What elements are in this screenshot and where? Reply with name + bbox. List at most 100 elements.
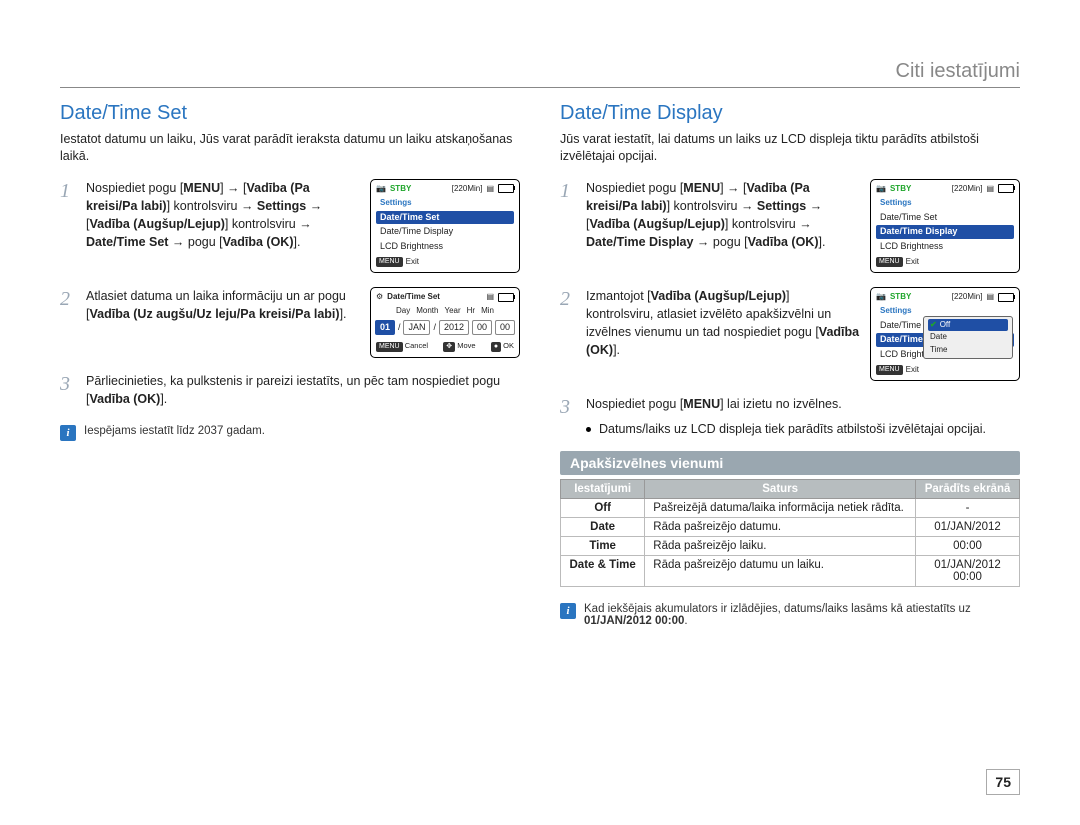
intro-left: Iestatot datumu un laiku, Jūs varat parā… (60, 131, 520, 165)
exit-label: Exit (406, 257, 419, 267)
lcd-screenshot: ⚙ Date/Time Set ▤ Day Month Year Hr Min (370, 287, 520, 358)
battery-icon (498, 184, 514, 193)
menu-item: LCD Brightness (876, 240, 1014, 254)
cell: Rāda pašreizējo datumu. (645, 517, 916, 536)
step-text: Atlasiet datuma un laika informāciju un … (86, 287, 360, 323)
cell: - (916, 498, 1020, 517)
page-number: 75 (986, 769, 1020, 795)
step-row: 1 Nospiediet pogu [MENU] → [Vadība (Pa k… (60, 179, 520, 273)
text: → pogu [ (693, 235, 747, 249)
card-icon: ▤ (486, 184, 494, 194)
label-month: Month (416, 306, 438, 316)
step-row: 2 Izmantojot [Vadība (Augšup/Lejup)] kon… (560, 287, 1020, 381)
menu-item-selected: Date/Time Display (876, 225, 1014, 239)
battery-icon (998, 293, 1014, 302)
opt-off: Off (594, 502, 611, 514)
lcd-panel: 📷 STBY [220Min] ▤ Settings Date/Time Set… (370, 179, 520, 273)
intro-right: Jūs varat iestatīt, lai datums un laiks … (560, 131, 1020, 165)
stby-label: STBY (390, 184, 411, 194)
text: ]. (160, 392, 167, 406)
control-label: Vadība (Augšup/Lejup) (89, 217, 224, 231)
battery-icon (998, 184, 1014, 193)
control-label: Vadība (Augšup/Lejup) (589, 217, 724, 231)
ok-label: Vadība (OK) (223, 235, 294, 249)
text: Kad iekšējais akumulators ir izlādējies,… (584, 603, 971, 615)
opt-datetime: Date & Time (570, 559, 636, 571)
text: ]. (819, 235, 826, 249)
bullet-icon (586, 427, 591, 432)
note-text: Kad iekšējais akumulators ir izlādējies,… (584, 603, 1020, 627)
text: ] → [ (720, 181, 746, 195)
step-text: Nospiediet pogu [MENU] → [Vadība (Pa kre… (86, 179, 360, 252)
table-row: Off Pašreizējā datuma/laika informācija … (561, 498, 1020, 517)
label-min: Min (481, 306, 494, 316)
cancel-label: Cancel (405, 341, 428, 350)
time-remain: [220Min] (952, 184, 983, 194)
label-day: Day (396, 306, 410, 316)
cell: 01/JAN/2012 00:00 (916, 555, 1020, 586)
opt-date: Date (590, 521, 615, 533)
field-month: JAN (403, 320, 430, 336)
cell: Rāda pašreizējo laiku. (645, 536, 916, 555)
popup-date: Date (928, 331, 1008, 343)
reset-value: 01/JAN/2012 00:00 (584, 615, 684, 627)
camera-icon: 📷 (376, 184, 386, 194)
popup-time: Time (928, 344, 1008, 356)
check-icon: ✔ (930, 320, 937, 329)
label-year: Year (444, 306, 460, 316)
step-text: Nospiediet pogu [MENU] → [Vadība (Pa kre… (586, 179, 860, 252)
options-table: Iestatījumi Saturs Parādīts ekrānā Off P… (560, 479, 1020, 587)
move-label: Move (457, 341, 475, 350)
sep: / (398, 322, 401, 334)
lcd-panel: 📷 STBY [220Min] ▤ Settings Date/Time Set… (870, 287, 1020, 381)
lcd-title: Date/Time Set (387, 292, 440, 302)
step-text: Izmantojot [Vadība (Augšup/Lejup)] kontr… (586, 287, 860, 360)
time-remain: [220Min] (952, 292, 983, 302)
lcd-panel: 📷 STBY [220Min] ▤ Settings Date/Time Set… (870, 179, 1020, 273)
text: ]. (294, 235, 301, 249)
lcd-screenshot: 📷 STBY [220Min] ▤ Settings Date/Time Set… (870, 287, 1020, 381)
camera-icon: 📷 (876, 292, 886, 302)
page: Citi iestatījumi Date/Time Set Iestatot … (0, 0, 1080, 825)
menu-item: Date/Time Display (376, 225, 514, 239)
field-year: 2012 (439, 320, 469, 336)
field-hour: 00 (472, 320, 492, 336)
exit-label: Exit (906, 257, 919, 267)
text: . (684, 615, 687, 627)
step-number: 1 (560, 179, 576, 201)
ok-label: OK (503, 341, 514, 350)
table-row: Time Rāda pašreizējo laiku. 00:00 (561, 536, 1020, 555)
note-icon: i (560, 603, 576, 619)
exit-label: Exit (906, 365, 919, 375)
camera-icon: 📷 (876, 184, 886, 194)
text: ] kontrolsviru → (225, 217, 312, 231)
card-icon: ▤ (986, 184, 994, 194)
gear-icon: ⚙ (376, 292, 383, 302)
lcd-screenshot: 📷 STBY [220Min] ▤ Settings Date/Time Set… (870, 179, 1020, 273)
text: Nospiediet pogu [ (586, 397, 683, 411)
menu-item-selected: Date/Time Set (376, 211, 514, 225)
sep: / (433, 322, 436, 334)
step-row: 1 Nospiediet pogu [MENU] → [Vadība (Pa k… (560, 179, 1020, 273)
section-header: Citi iestatījumi (60, 60, 1020, 88)
note-text: Iespējams iestatīt līdz 2037 gadam. (84, 425, 265, 437)
step-row: 2 Atlasiet datuma un laika informāciju u… (60, 287, 520, 358)
text: Nospiediet pogu [ (586, 181, 683, 195)
heading-date-time-display: Date/Time Display (560, 102, 1020, 125)
th-settings: Iestatījumi (561, 479, 645, 498)
menu-tag: MENU (876, 365, 903, 375)
control-label: Vadība (Uz augšu/Uz leju/Pa kreisi/Pa la… (89, 307, 339, 321)
settings-label: Settings (257, 199, 306, 213)
menu-tag: MENU (376, 257, 403, 267)
field-min: 00 (495, 320, 515, 336)
col-date-time-display: Date/Time Display Jūs varat iestatīt, la… (560, 102, 1020, 627)
text: ] kontrolsviru → (725, 217, 812, 231)
menu-label: MENU (683, 397, 720, 411)
time-remain: [220Min] (452, 184, 483, 194)
stby-label: STBY (890, 184, 911, 194)
submenu-popup: ✔Off Date Time (923, 316, 1013, 359)
target-label: Date/Time Display (586, 235, 693, 249)
text: ] kontrolsviru → (167, 199, 257, 213)
text: ]. (613, 343, 620, 357)
th-display: Parādīts ekrānā (916, 479, 1020, 498)
